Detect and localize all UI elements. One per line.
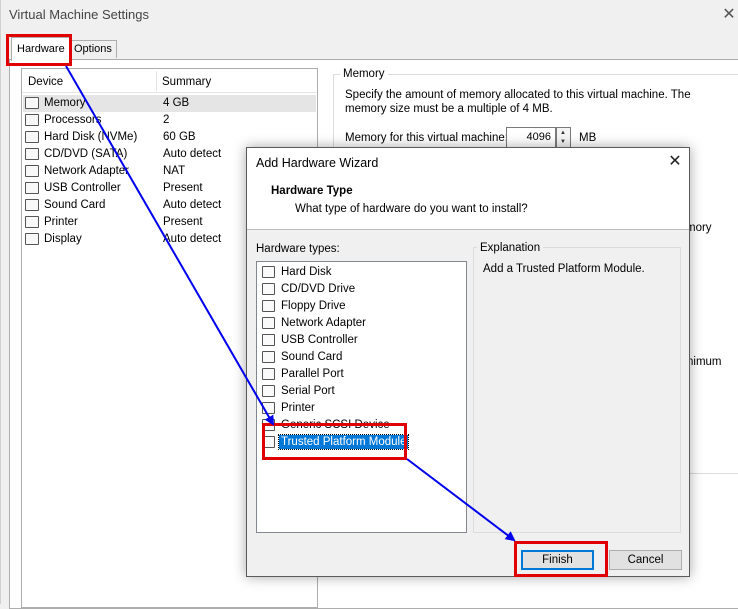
- usb-icon: [262, 334, 275, 346]
- spin-up-icon[interactable]: ▲: [560, 130, 566, 136]
- device-summary: Present: [163, 216, 203, 228]
- cd-dvd-icon: [25, 148, 39, 160]
- memory-legend: Memory: [340, 68, 388, 80]
- memory-input[interactable]: 4096: [506, 127, 556, 148]
- hardware-types-list[interactable]: Hard Disk CD/DVD Drive Floppy Drive Network…: [256, 261, 467, 533]
- wizard-step-subtitle: What type of hardware do you want to ins…: [295, 203, 528, 215]
- device-row[interactable]: Processors 2: [23, 112, 316, 129]
- device-row[interactable]: Memory 4 GB: [23, 95, 316, 112]
- network-adapter-icon: [262, 317, 275, 329]
- scsi-icon: [262, 419, 275, 431]
- memory-unit: MB: [579, 132, 597, 144]
- hardware-type-label: Parallel Port: [281, 368, 344, 380]
- hardware-type-label: Serial Port: [281, 385, 335, 397]
- device-name: USB Controller: [44, 182, 121, 194]
- network-adapter-icon: [25, 165, 39, 177]
- memory-spinner[interactable]: ▲ ▼: [556, 127, 571, 148]
- hardware-type-label: Sound Card: [281, 351, 343, 363]
- column-header-summary[interactable]: Summary: [162, 76, 211, 88]
- add-hardware-wizard-dialog: Add Hardware Wizard ✕ Hardware Type What…: [246, 147, 690, 577]
- printer-icon: [25, 216, 39, 228]
- hardware-type-label: Generic SCSI Device: [281, 419, 390, 431]
- device-name: Display: [44, 233, 82, 245]
- tpm-icon: [262, 436, 275, 448]
- memory-icon: [25, 97, 39, 109]
- hardware-type-label: Network Adapter: [281, 317, 367, 329]
- hardware-type-label: Floppy Drive: [281, 300, 346, 312]
- memory-description: Specify the amount of memory allocated t…: [345, 89, 691, 115]
- device-summary: 4 GB: [163, 97, 190, 109]
- tab-options[interactable]: Options: [69, 40, 117, 58]
- hardware-type-label: USB Controller: [281, 334, 358, 346]
- device-name: Processors: [44, 114, 102, 126]
- device-summary: Present: [163, 182, 203, 194]
- close-icon[interactable]: ✕: [719, 2, 738, 28]
- device-name: Sound Card: [44, 199, 106, 211]
- device-summary: Auto detect: [163, 148, 222, 160]
- column-header-device[interactable]: Device: [28, 76, 63, 88]
- explanation-legend: Explanation: [477, 242, 544, 254]
- finish-button[interactable]: Finish: [521, 550, 594, 570]
- floppy-icon: [262, 300, 275, 312]
- device-summary: 60 GB: [163, 131, 196, 143]
- device-summary: Auto detect: [163, 233, 222, 245]
- device-summary: NAT: [163, 165, 186, 177]
- window-title: Virtual Machine Settings: [9, 7, 149, 22]
- hard-disk-icon: [25, 131, 39, 143]
- sound-card-icon: [25, 199, 39, 211]
- cancel-button[interactable]: Cancel: [609, 550, 682, 570]
- usb-icon: [25, 182, 39, 194]
- processor-icon: [25, 114, 39, 126]
- device-name: Memory: [44, 97, 86, 109]
- device-name: Printer: [44, 216, 78, 228]
- hardware-type-label: Hard Disk: [281, 266, 332, 278]
- hard-disk-icon: [262, 266, 275, 278]
- memory-field-label: Memory for this virtual machine:: [345, 132, 508, 144]
- wizard-step-title: Hardware Type: [271, 185, 353, 197]
- hardware-type-label: CD/DVD Drive: [281, 283, 356, 295]
- parallel-port-icon: [262, 368, 275, 380]
- cd-dvd-icon: [262, 283, 275, 295]
- device-list-header: Device Summary: [22, 69, 317, 93]
- dialog-title: Add Hardware Wizard: [256, 156, 379, 170]
- device-name: Network Adapter: [44, 165, 130, 177]
- hardware-type-label: Printer: [281, 402, 315, 414]
- tab-hardware[interactable]: Hardware: [11, 37, 71, 61]
- partial-background-text: nimum: [687, 356, 722, 368]
- hardware-types-label: Hardware types:: [256, 243, 340, 255]
- explanation-group: [473, 247, 681, 533]
- spin-down-icon[interactable]: ▼: [560, 139, 566, 145]
- display-icon: [25, 233, 39, 245]
- device-row[interactable]: Hard Disk (NVMe) 60 GB: [23, 129, 316, 146]
- device-name: Hard Disk (NVMe): [44, 131, 138, 143]
- explanation-text: Add a Trusted Platform Module.: [483, 263, 645, 275]
- device-summary: Auto detect: [163, 199, 222, 211]
- printer-icon: [262, 402, 275, 414]
- sound-card-icon: [262, 351, 275, 363]
- close-icon[interactable]: ✕: [665, 152, 685, 172]
- device-summary: 2: [163, 114, 170, 126]
- device-name: CD/DVD (SATA): [44, 148, 128, 160]
- column-divider[interactable]: [156, 71, 157, 91]
- hardware-type-label: Trusted Platform Module: [277, 434, 410, 450]
- serial-port-icon: [262, 385, 275, 397]
